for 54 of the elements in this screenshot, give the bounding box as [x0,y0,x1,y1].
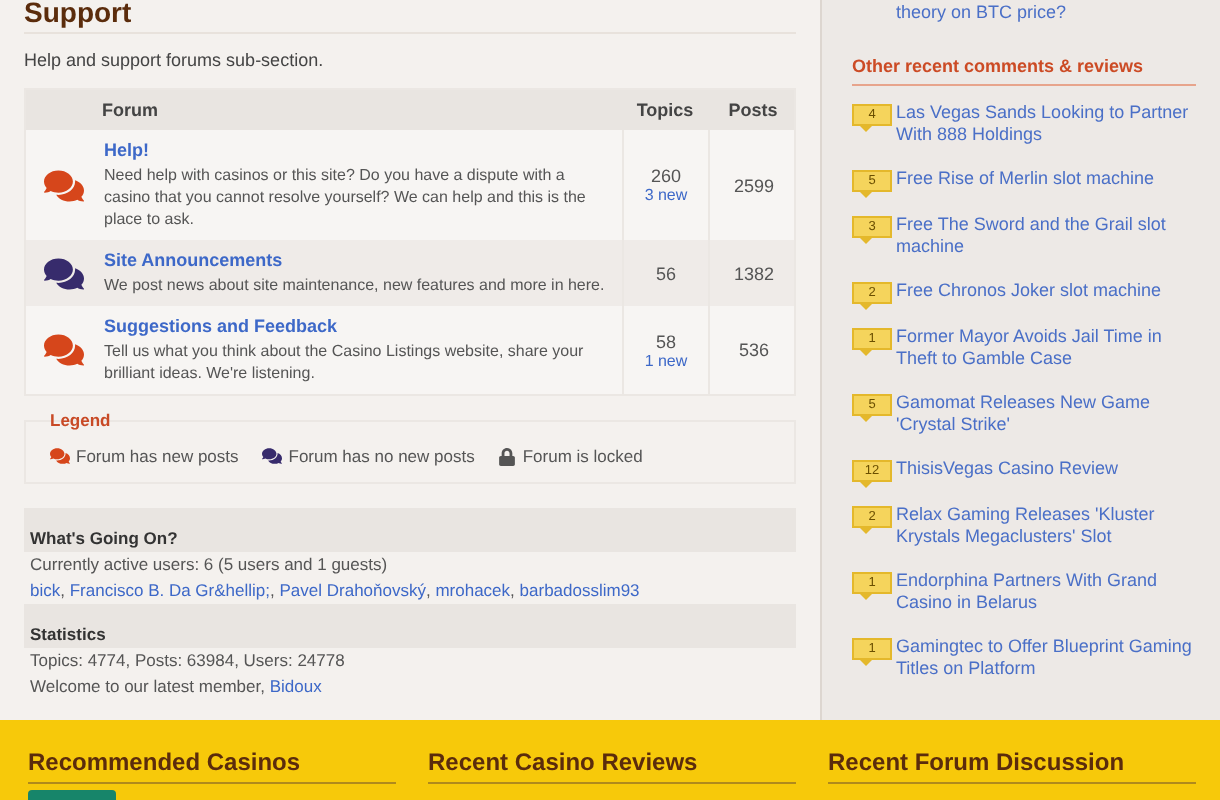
user-link[interactable]: bick [30,580,61,600]
article-link[interactable]: theory on BTC price? [896,2,1067,22]
posts-count: 536 [738,340,770,360]
legend-label: Forum has new posts [76,446,239,466]
topics-count: 58 [655,331,676,351]
section-title: Support [24,0,796,34]
online-users-list: bick, Francisco B. Da Gr&hellip;, Pavel Drahoňovský, mrohacek, barbadosslim93 [24,578,796,604]
welcome-text: Welcome to our latest member, Bidoux [28,674,324,700]
article-link[interactable]: Free Rise of Merlin slot machine [896,168,1196,190]
footer-heading: Recent Forum Discussion [828,748,1196,784]
legend-label: Forum has no new posts [288,446,475,466]
article-link[interactable]: Relax Gaming Releases 'Kluster Krystals Megaclusters' Slot [896,504,1196,548]
topics-count: 260 [650,166,682,186]
new-posts-link[interactable]: 3 new [644,186,688,204]
user-link[interactable]: barbadosslim93 [519,580,640,600]
legend-title: Legend [50,410,113,434]
posts-count: 1382 [733,263,775,283]
forum-link[interactable]: Suggestions and Feedback [104,316,614,336]
forum-description: We post news about site maintenance, new features and more in here. [104,274,607,296]
section-heading: What's Going On? [30,528,178,548]
sidebar-heading: Other recent comments & reviews [852,56,1196,86]
article-link[interactable]: Endorphina Partners With Grand Casino in Belarus [896,570,1196,614]
lock-icon [498,447,517,465]
forum-link[interactable]: Help! [104,140,614,160]
article-link[interactable]: Las Vegas Sands Looking to Partner With 888 Holdings [896,102,1196,146]
user-link[interactable]: mrohacek [435,580,511,600]
article-link[interactable]: Free Chronos Joker slot machine [896,280,1196,302]
forum-description: Need help with casinos or this site? Do you have a dispute with a casino that you cannot resolve yourself? We can help and this is the place to ask. [104,164,588,230]
statistics-text: Topics: 4774, Posts: 63984, Users: 24778 [28,648,347,674]
footer-heading: Recent Casino Reviews [428,748,796,784]
casino-button[interactable] [28,790,116,800]
forum-link[interactable]: Site Announcements [104,250,614,270]
article-link[interactable]: Former Mayor Avoids Jail Time in Theft to Gamble Case [896,326,1196,370]
section-heading: Statistics [30,624,106,644]
user-link[interactable]: Pavel Drahoňovský [279,580,426,600]
member-link[interactable]: Bidoux [269,676,322,696]
column-header: Topics [634,100,696,120]
new-posts-icon [50,446,70,466]
article-link[interactable]: Free The Sword and the Grail slot machine [896,214,1196,258]
legend-label: Forum is locked [522,446,643,466]
article-link[interactable]: Gamomat Releases New Game 'Crystal Strike' [896,392,1196,436]
column-header: Posts [726,100,780,120]
no-new-posts-icon [262,446,283,466]
topics-count: 56 [655,263,676,283]
active-users-text: Currently active users: 6 (5 users and 1 guests) [28,552,390,578]
posts-count: 2599 [733,175,775,195]
new-posts-link[interactable]: 1 new [644,351,688,369]
column-header: Forum [102,100,160,120]
section-description: Help and support forums sub-section. [24,50,326,70]
forum-description: Tell us what you think about the Casino Listings website, share your brilliant ideas. We're listening. [104,340,586,384]
article-link[interactable]: Gamingtec to Offer Blueprint Gaming Titles on Platform [896,636,1196,680]
footer-heading: Recommended Casinos [28,748,396,784]
user-link[interactable]: Francisco B. Da Gr&hellip; [69,580,271,600]
article-link[interactable]: ThisisVegas Casino Review [896,458,1196,480]
